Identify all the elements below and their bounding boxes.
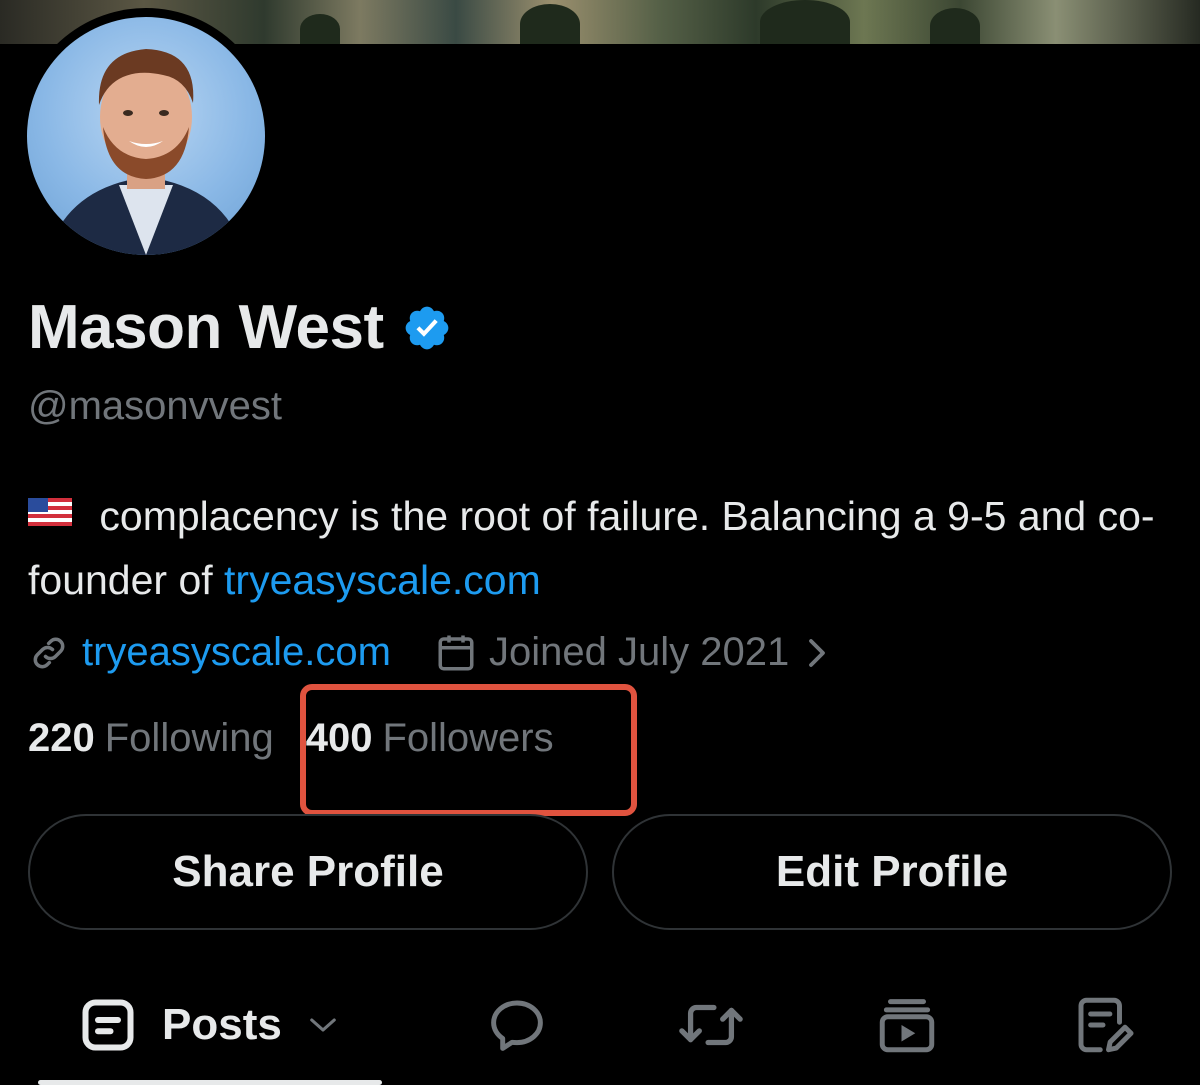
tab-replies[interactable] (484, 985, 550, 1065)
bio: complacency is the root of failure. Bala… (28, 484, 1178, 612)
chevron-down-icon[interactable] (308, 1015, 338, 1035)
edit-profile-button[interactable]: Edit Profile (612, 814, 1172, 930)
tab-posts[interactable]: Posts (78, 985, 338, 1065)
us-flag-icon (28, 498, 72, 526)
profile-page: Mason West @masonvvest complacency is th… (0, 0, 1200, 1085)
tab-media[interactable] (874, 985, 940, 1065)
chevron-right-icon (809, 638, 826, 667)
website-link[interactable]: tryeasyscale.com (82, 630, 391, 675)
following-stat[interactable]: 220 Following (28, 716, 274, 761)
joined-date[interactable]: Joined July 2021 (435, 630, 829, 675)
following-label: Following (104, 716, 274, 760)
username-handle: @masonvvest (28, 384, 283, 428)
articles-icon (1078, 997, 1134, 1053)
bio-link[interactable]: tryeasyscale.com (224, 557, 541, 603)
bio-text: complacency is the root of failure. Bala… (28, 493, 1155, 603)
tab-reposts[interactable] (676, 985, 746, 1065)
profile-meta: tryeasyscale.com Joined July 2021 (28, 630, 829, 675)
joined-text: Joined July 2021 (488, 630, 790, 674)
tab-articles[interactable] (1070, 985, 1136, 1065)
tab-posts-label: Posts (162, 1000, 282, 1049)
followers-highlight-box (300, 684, 637, 816)
avatar[interactable] (18, 8, 274, 264)
reply-icon (491, 1000, 543, 1051)
calendar-icon (438, 635, 474, 670)
repost-icon (679, 1004, 743, 1046)
link-icon (33, 637, 65, 668)
media-icon (879, 999, 935, 1053)
name-row: Mason West (28, 292, 452, 363)
active-tab-indicator (38, 1080, 382, 1085)
following-count: 220 (28, 716, 95, 760)
display-name: Mason West (28, 293, 384, 362)
avatar-photo (27, 17, 265, 255)
posts-icon (82, 999, 134, 1051)
share-profile-button[interactable]: Share Profile (28, 814, 588, 930)
profile-tabs: Posts (0, 985, 1200, 1065)
verified-badge-icon[interactable] (402, 303, 452, 353)
